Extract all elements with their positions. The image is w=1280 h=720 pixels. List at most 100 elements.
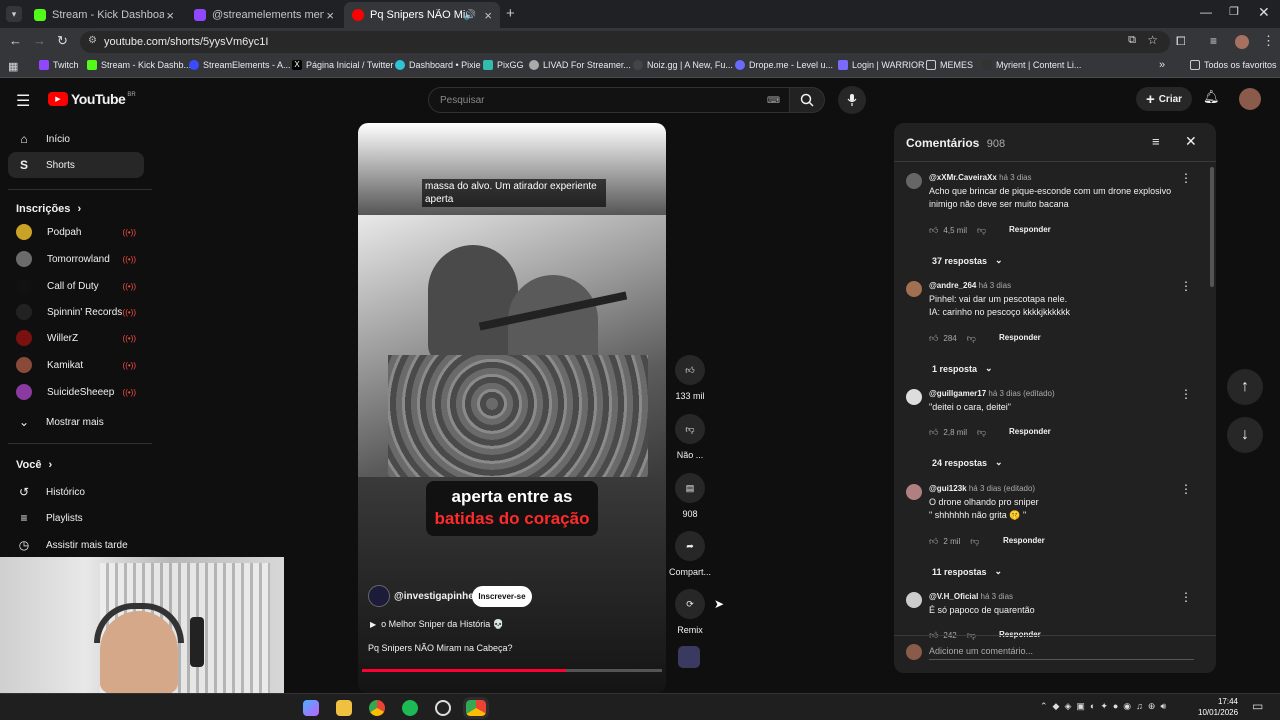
youtube-logo[interactable]: ▶ YouTube BR: [48, 91, 136, 107]
comment-avatar[interactable]: [906, 281, 922, 297]
sidebar-subscription[interactable]: WillerZ ((•)): [16, 328, 138, 348]
thumbs-down-icon[interactable]: 👎︎: [970, 536, 979, 547]
shorts-video-player[interactable]: massa do alvo. Um atirador experiente ap…: [358, 123, 666, 693]
sound-thumbnail[interactable]: [678, 646, 700, 668]
comment-menu-icon[interactable]: ⋮: [1180, 482, 1192, 496]
comment-author[interactable]: @guillgamer17 há 3 dias (editado): [929, 389, 1055, 398]
tab-search-icon[interactable]: ▾: [6, 6, 22, 22]
video-title[interactable]: Pq Snipers NÃO Miram na Cabeça?: [368, 643, 513, 653]
sidebar-item-playlists[interactable]: ≡ Playlists: [8, 505, 144, 531]
comments-scrollbar[interactable]: [1210, 167, 1214, 287]
bookmark-livad[interactable]: LIVAD For Streamer...: [529, 60, 631, 70]
comment-menu-icon[interactable]: ⋮: [1180, 590, 1192, 604]
comment-avatar[interactable]: [906, 389, 922, 405]
reload-icon[interactable]: ↻: [57, 33, 68, 49]
thumbs-up-icon[interactable]: 👍︎: [929, 225, 938, 236]
copilot-icon[interactable]: [303, 700, 319, 716]
comment-author[interactable]: @xXMr.CaveiraXx há 3 dias: [929, 173, 1032, 182]
forward-icon[interactable]: →: [33, 33, 46, 48]
bookmark-pixie[interactable]: Dashboard • Pixie: [395, 60, 481, 70]
comment-avatar[interactable]: [906, 484, 922, 500]
notifications-bell-icon[interactable]: 🔔︎: [1203, 89, 1220, 105]
comment-avatar[interactable]: [906, 173, 922, 189]
channel-avatar[interactable]: [368, 585, 390, 607]
sidebar-subscription[interactable]: Call of Duty ((•)): [16, 276, 138, 296]
file-explorer-icon[interactable]: [336, 700, 352, 716]
comment-menu-icon[interactable]: ⋮: [1180, 279, 1192, 293]
chrome-icon[interactable]: [369, 700, 385, 716]
voice-search-button[interactable]: [838, 86, 866, 114]
account-avatar[interactable]: [1239, 88, 1261, 110]
minimize-button[interactable]: —: [1200, 5, 1212, 19]
close-tab-icon[interactable]: ×: [326, 8, 334, 23]
dislike-button[interactable]: 👎︎ Não ...: [668, 414, 712, 460]
thumbs-down-icon[interactable]: 👎︎: [967, 333, 976, 344]
playlist-link[interactable]: ▶ o Melhor Sniper da História 💀: [370, 619, 504, 630]
sidebar-item-home[interactable]: ⌂ Início: [8, 126, 144, 152]
restore-button[interactable]: ❐: [1229, 5, 1239, 18]
guide-menu-icon[interactable]: ☰: [16, 91, 30, 111]
bookmark-warrior[interactable]: Login | WARRIOR: [838, 60, 925, 70]
bookmark-pixgg[interactable]: PixGG: [483, 60, 524, 70]
profile-avatar[interactable]: [1235, 35, 1249, 49]
share-button[interactable]: ➦ Compart...: [668, 531, 712, 577]
view-replies-button[interactable]: 1 resposta ⌄: [932, 363, 993, 374]
next-short-button[interactable]: ↓: [1227, 417, 1263, 453]
sort-icon[interactable]: ≡: [1152, 134, 1160, 149]
sidebar-show-more[interactable]: ⌄ Mostrar mais: [8, 409, 144, 435]
tab-kick-dashboard[interactable]: Stream - Kick Dashboard ×: [26, 2, 182, 28]
url-field[interactable]: ⚙ youtube.com/shorts/5yysVm6yc1I ⧉ ☆: [80, 31, 1170, 53]
thumbs-up-icon[interactable]: 👍︎: [929, 427, 938, 438]
thumbs-down-icon[interactable]: 👎︎: [977, 427, 986, 438]
sidebar-item-watch-later[interactable]: ◷ Assistir mais tarde: [8, 532, 144, 558]
reply-button[interactable]: Responder: [1009, 225, 1051, 234]
comment-author[interactable]: @andre_264 há 3 dias: [929, 281, 1011, 290]
reply-button[interactable]: Responder: [1003, 536, 1045, 545]
all-bookmarks-folder[interactable]: Todos os favoritos: [1190, 60, 1277, 70]
channel-name[interactable]: @investigapinhel: [394, 591, 477, 602]
chrome-active-icon[interactable]: [463, 697, 489, 719]
comment-avatar[interactable]: [906, 592, 922, 608]
close-tab-icon[interactable]: ×: [484, 8, 492, 23]
audio-icon[interactable]: 🔊: [464, 10, 476, 21]
previous-short-button[interactable]: ↑: [1227, 369, 1263, 405]
close-window-button[interactable]: ✕: [1258, 4, 1270, 21]
you-heading[interactable]: Você ›: [16, 459, 52, 471]
reply-button[interactable]: Responder: [999, 333, 1041, 342]
bookmark-twitter[interactable]: X Página Inicial / Twitter: [292, 60, 393, 70]
view-replies-button[interactable]: 11 respostas ⌄: [932, 566, 1002, 577]
comments-button[interactable]: ▤ 908: [668, 473, 712, 519]
subscribe-button[interactable]: Inscrever-se: [472, 586, 532, 607]
like-button[interactable]: 👍︎ 133 mil: [668, 355, 712, 401]
view-replies-button[interactable]: 37 respostas ⌄: [932, 255, 1003, 266]
extensions-icon[interactable]: ⧠: [1176, 34, 1186, 49]
install-app-icon[interactable]: ⧉: [1128, 34, 1136, 47]
reply-button[interactable]: Responder: [1009, 427, 1051, 436]
comment-menu-icon[interactable]: ⋮: [1180, 387, 1192, 401]
system-tray-icons[interactable]: ⌃◆◈▣◐✦●◉♫⊕🔊︎: [1040, 701, 1171, 712]
sidebar-item-shorts[interactable]: S Shorts: [8, 152, 144, 178]
sidebar-subscription[interactable]: Spinnin' Records ((•)): [16, 302, 138, 322]
remix-button[interactable]: ⟳ Remix: [668, 589, 712, 635]
comment-author[interactable]: @gui123k há 3 dias (editado): [929, 484, 1035, 493]
new-tab-button[interactable]: +: [506, 5, 515, 22]
sidebar-subscription[interactable]: SuicideSheeep ((•)): [16, 382, 138, 402]
bookmarks-overflow-icon[interactable]: »: [1159, 59, 1165, 71]
comment-author[interactable]: @V.H_Oficial há 3 dias: [929, 592, 1013, 601]
media-controls-icon[interactable]: ≡: [1210, 34, 1217, 48]
bookmark-twitch[interactable]: Twitch: [39, 60, 79, 70]
view-replies-button[interactable]: 24 respostas ⌄: [932, 457, 1003, 468]
sidebar-item-history[interactable]: ↺ Histórico: [8, 479, 144, 505]
thumbs-up-icon[interactable]: 👍︎: [929, 333, 938, 344]
bookmark-noiz[interactable]: Noiz.gg | A New, Fu...: [633, 60, 733, 70]
bookmark-myrient[interactable]: Myrient | Content Li...: [982, 60, 1081, 70]
thumbs-up-icon[interactable]: 👍︎: [929, 536, 938, 547]
search-input[interactable]: Pesquisar ⌨: [428, 87, 790, 113]
clock[interactable]: 17:44 10/01/2026: [1198, 696, 1238, 718]
thumbs-down-icon[interactable]: 👎︎: [977, 225, 986, 236]
back-icon[interactable]: ←: [9, 33, 22, 48]
bookmark-streamelements[interactable]: StreamElements - A...: [189, 60, 291, 70]
comment-menu-icon[interactable]: ⋮: [1180, 171, 1192, 185]
obs-icon[interactable]: [435, 700, 451, 716]
sidebar-subscription[interactable]: Kamikat ((•)): [16, 355, 138, 375]
